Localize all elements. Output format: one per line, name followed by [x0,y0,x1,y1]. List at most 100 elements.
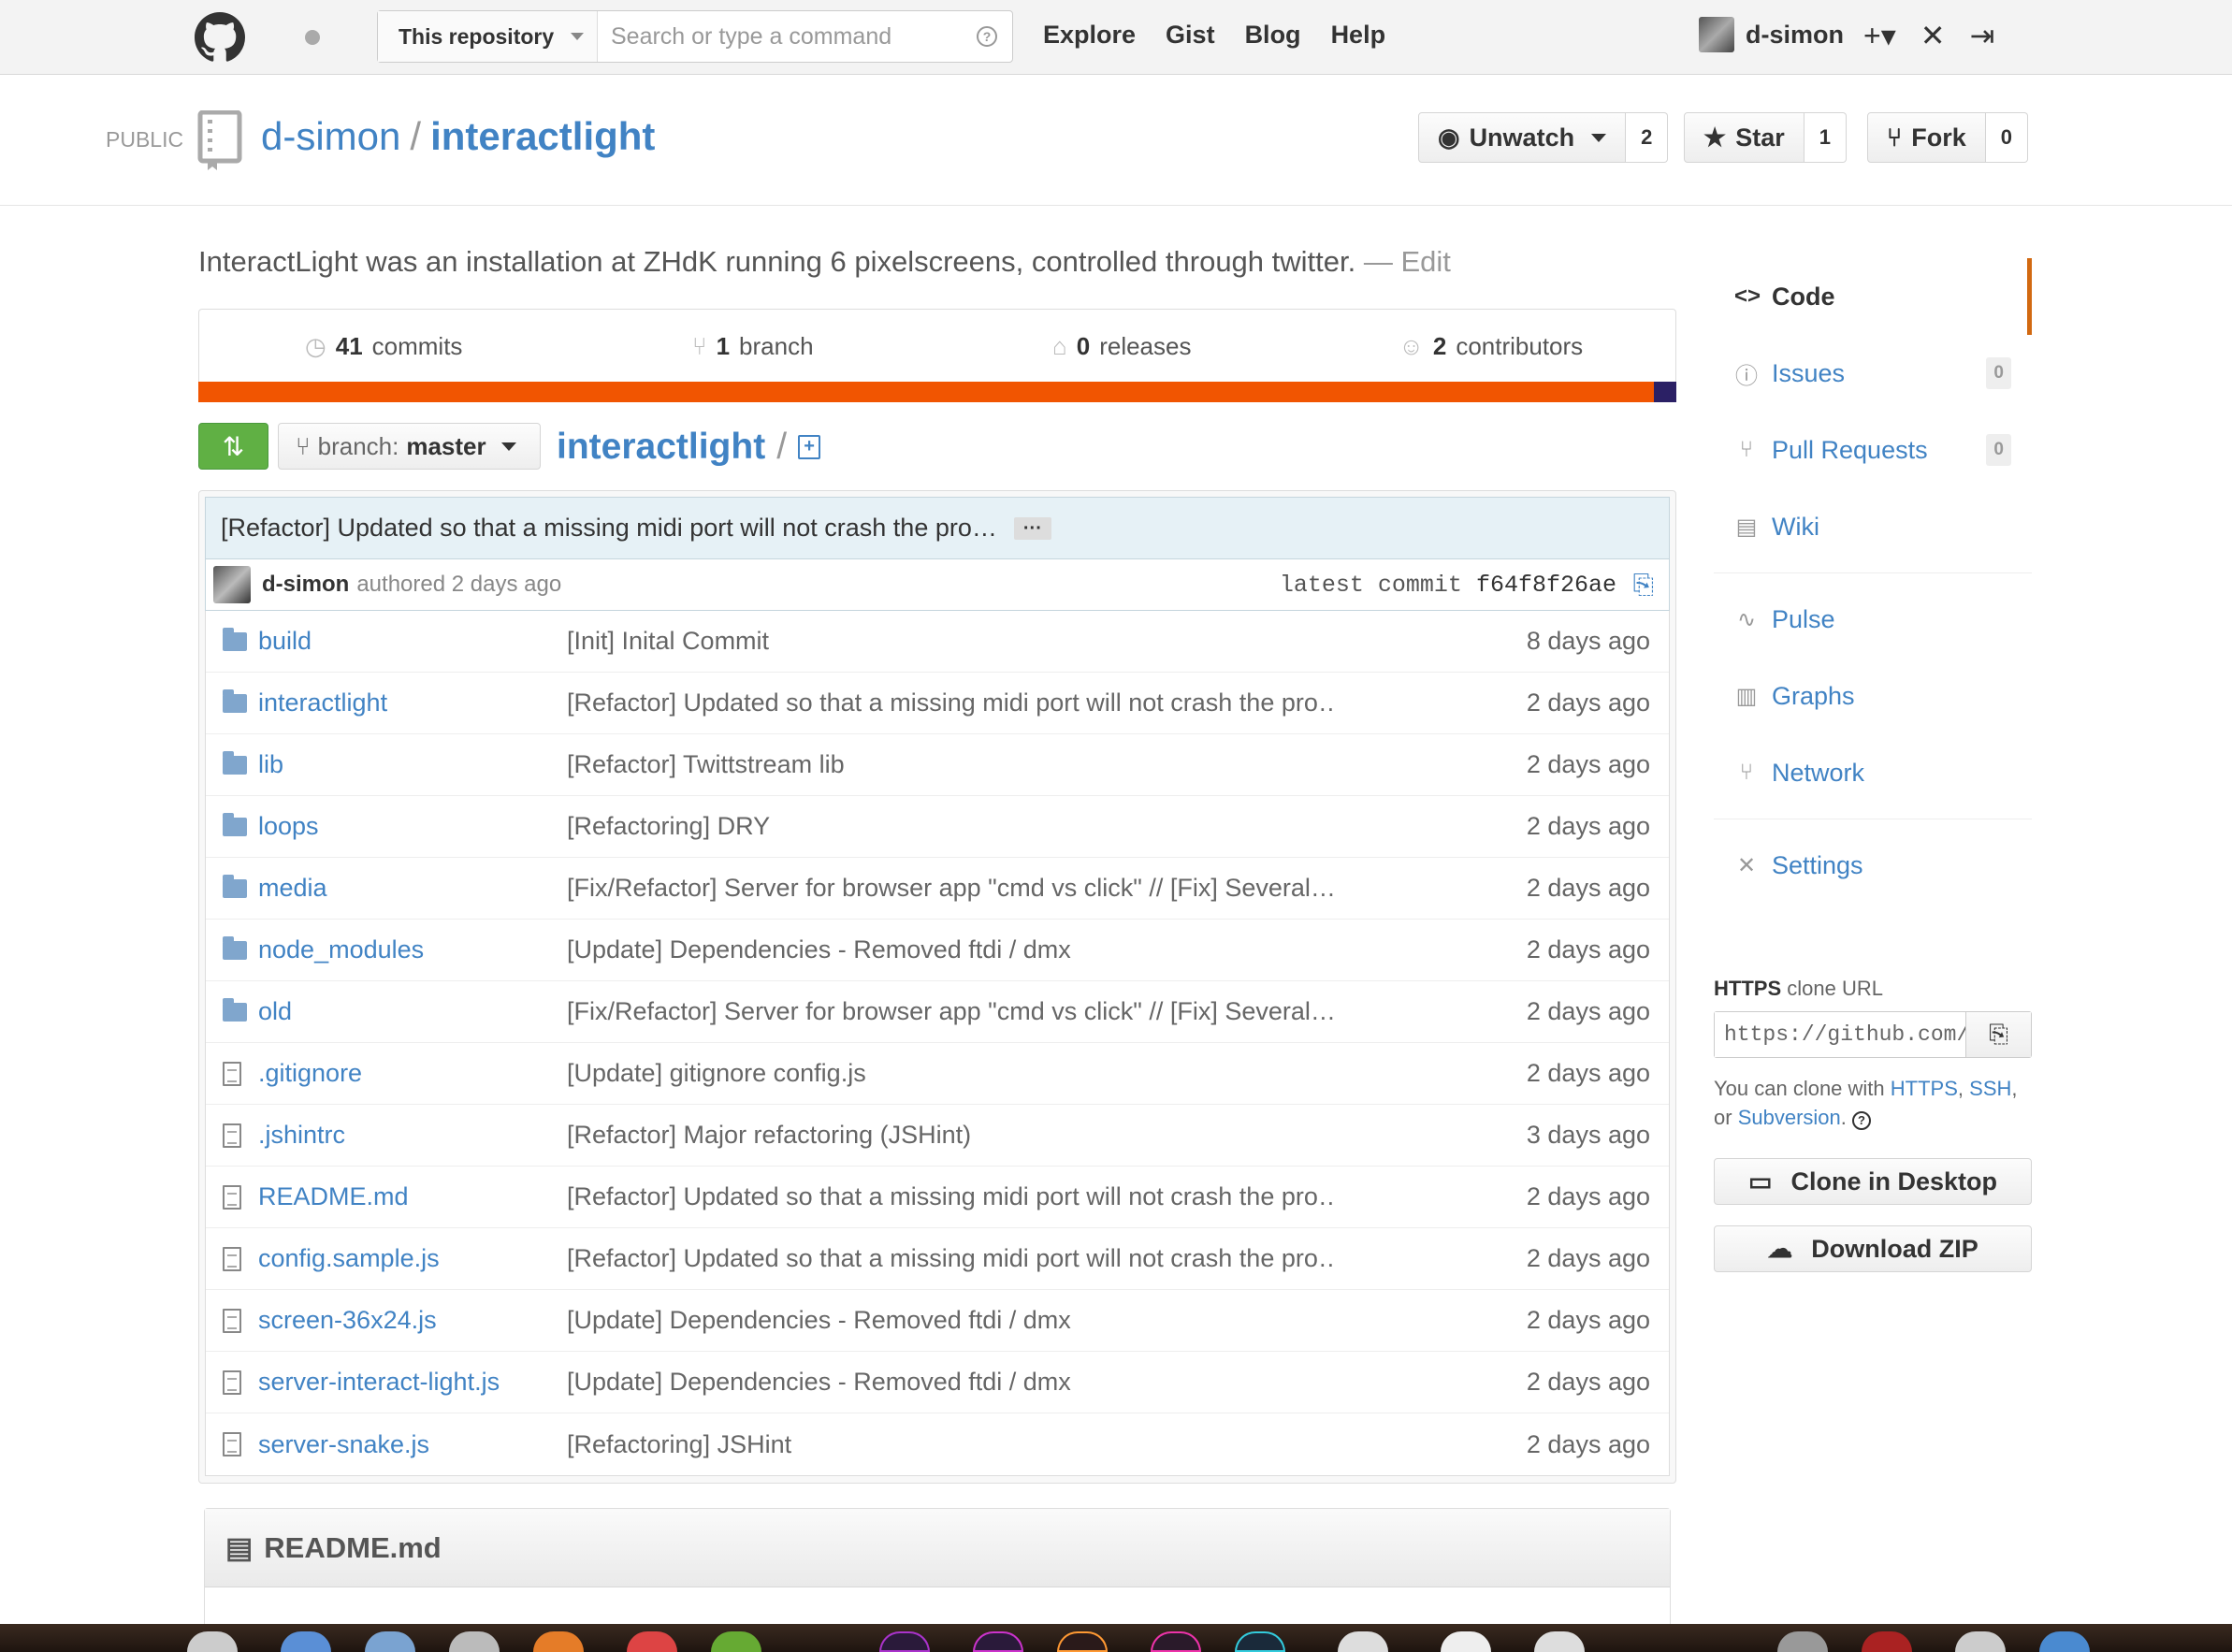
commit-sha-link[interactable]: f64f8f26ae [1476,572,1616,599]
nav-gist[interactable]: Gist [1166,21,1215,50]
file-commit-message-link[interactable]: [Refactor] Twittstream lib [567,750,1334,779]
expand-commit-button[interactable]: ··· [1013,516,1051,540]
file-commit-message-link[interactable]: [Refactor] Updated so that a missing mid… [567,1244,1334,1273]
file-commit-message-link[interactable]: [Refactoring] JSHint [567,1430,1334,1459]
sidebar-item-wiki[interactable]: ▤ Wiki [1714,488,2032,565]
clone-subversion-link[interactable]: Subversion [1738,1106,1841,1129]
search-scope-selector[interactable]: This repository [378,11,598,62]
file-commit-message-link[interactable]: [Fix/Refactor] Server for browser app "c… [567,997,1334,1026]
sidebar-item-settings[interactable]: ✕ Settings [1714,827,2032,904]
dock-app-icon[interactable] [1777,1631,1828,1652]
sign-out-icon[interactable]: ⇥ [1970,17,1995,54]
sidebar-item-pull-requests[interactable]: ⑂ Pull Requests 0 [1714,412,2032,488]
help-icon[interactable]: ? [977,26,997,47]
clipboard-icon[interactable]: ⎘ [1965,1012,2031,1057]
file-name-link[interactable]: build [258,627,567,656]
stat-branches[interactable]: ⑂ 1 branch [569,310,938,384]
download-zip-button[interactable]: ☁ Download ZIP [1714,1225,2032,1272]
repo-name-link[interactable]: interactlight [430,114,655,158]
breadcrumb-root-link[interactable]: interactlight [557,427,765,468]
notification-indicator-icon[interactable] [305,30,320,45]
file-commit-message-link[interactable]: [Update] gitignore config.js [567,1059,1334,1088]
dock-app-icon[interactable] [627,1631,677,1652]
latest-commit-message[interactable]: [Refactor] Updated so that a missing mid… [221,514,997,543]
dock-app-icon[interactable] [1441,1631,1491,1652]
fork-button[interactable]: ⑂ Fork [1867,112,1986,163]
dock-app-icon[interactable] [1151,1631,1201,1652]
commit-author[interactable]: d-simon [262,572,349,598]
dock-app-icon[interactable] [365,1631,415,1652]
dock-app-icon[interactable] [1057,1631,1108,1652]
branch-selector[interactable]: ⑂ branch: master [278,423,541,470]
repo-owner-link[interactable]: d-simon [261,114,400,158]
file-name-link[interactable]: server-interact-light.js [258,1368,567,1397]
dock-app-icon[interactable] [879,1631,930,1652]
file-commit-message-link[interactable]: [Fix/Refactor] Server for browser app "c… [567,874,1334,903]
file-commit-message-link[interactable]: [Refactor] Major refactoring (JSHint) [567,1121,1334,1150]
create-new-icon[interactable]: +▾ [1863,17,1896,54]
star-count[interactable]: 1 [1804,112,1847,163]
dock-app-icon[interactable] [1235,1631,1285,1652]
file-name-link[interactable]: config.sample.js [258,1244,567,1273]
file-name-link[interactable]: interactlight [258,688,567,717]
sidebar-item-code[interactable]: <> Code [1714,258,2032,335]
dock-app-icon[interactable] [1534,1631,1585,1652]
dock-app-icon[interactable] [973,1631,1023,1652]
file-commit-message-link[interactable]: [Refactoring] DRY [567,812,1334,841]
file-name-link[interactable]: old [258,997,567,1026]
clone-ssh-link[interactable]: SSH [1969,1077,2011,1100]
file-commit-message-link[interactable]: [Refactor] Updated so that a missing mid… [567,1182,1334,1211]
star-button[interactable]: ★ Star [1684,112,1804,163]
file-name-link[interactable]: server-snake.js [258,1430,567,1459]
stat-commits[interactable]: ◷ 41 commits [199,310,569,384]
file-name-link[interactable]: loops [258,812,567,841]
help-icon[interactable]: ? [1852,1111,1871,1130]
file-name-link[interactable]: lib [258,750,567,779]
fork-count[interactable]: 0 [1985,112,2028,163]
nav-help[interactable]: Help [1331,21,1386,50]
dock-app-icon[interactable] [449,1631,500,1652]
compare-button[interactable]: ⇅ [198,423,268,470]
dock-app-icon[interactable] [1955,1631,2006,1652]
dock-app-icon[interactable] [711,1631,761,1652]
clone-https-link[interactable]: HTTPS [1891,1077,1958,1100]
clone-url-input[interactable] [1715,1012,1965,1057]
dock-app-icon[interactable] [2039,1631,2090,1652]
new-file-icon[interactable]: + [798,435,821,459]
dock-app-icon[interactable] [533,1631,584,1652]
edit-description-link[interactable]: — Edit [1364,245,1451,278]
unwatch-button[interactable]: ◉ Unwatch [1418,112,1627,163]
file-commit-message-link[interactable]: [Init] Inital Commit [567,627,1334,656]
sidebar-item-issues[interactable]: ⓘ Issues 0 [1714,335,2032,412]
latest-commit-label: latest commit [1279,571,1462,599]
file-name-link[interactable]: README.md [258,1182,567,1211]
dock-app-icon[interactable] [187,1631,238,1652]
file-commit-message-link[interactable]: [Refactor] Updated so that a missing mid… [567,688,1334,717]
file-commit-message-link[interactable]: [Update] Dependencies - Removed ftdi / d… [567,1306,1334,1335]
nav-blog[interactable]: Blog [1245,21,1301,50]
file-name-link[interactable]: node_modules [258,935,567,964]
dock-app-icon[interactable] [281,1631,331,1652]
dock-app-icon[interactable] [1862,1631,1912,1652]
github-logo-icon[interactable] [195,12,245,63]
clone-in-desktop-button[interactable]: ▭ Clone in Desktop [1714,1158,2032,1205]
file-name-link[interactable]: .jshintrc [258,1121,567,1150]
language-bar[interactable] [198,382,1676,402]
sidebar-item-pulse[interactable]: ∿ Pulse [1714,581,2032,658]
nav-explore[interactable]: Explore [1043,21,1136,50]
user-menu[interactable]: d-simon [1699,17,1844,52]
file-commit-message-link[interactable]: [Update] Dependencies - Removed ftdi / d… [567,935,1334,964]
settings-tools-icon[interactable]: ✕ [1920,17,1946,54]
clipboard-icon[interactable]: ⎘ [1633,570,1654,601]
watch-count[interactable]: 2 [1626,112,1669,163]
stat-contributors[interactable]: ☺ 2 contributors [1307,310,1676,384]
file-name-link[interactable]: .gitignore [258,1059,567,1088]
sidebar-item-graphs[interactable]: ▥ Graphs [1714,658,2032,734]
file-name-link[interactable]: screen-36x24.js [258,1306,567,1335]
stat-releases[interactable]: ⌂ 0 releases [937,310,1307,384]
sidebar-item-network[interactable]: ⑂ Network [1714,734,2032,811]
file-commit-message-link[interactable]: [Update] Dependencies - Removed ftdi / d… [567,1368,1334,1397]
file-name-link[interactable]: media [258,874,567,903]
dock-app-icon[interactable] [1338,1631,1388,1652]
search-input[interactable] [598,13,977,60]
